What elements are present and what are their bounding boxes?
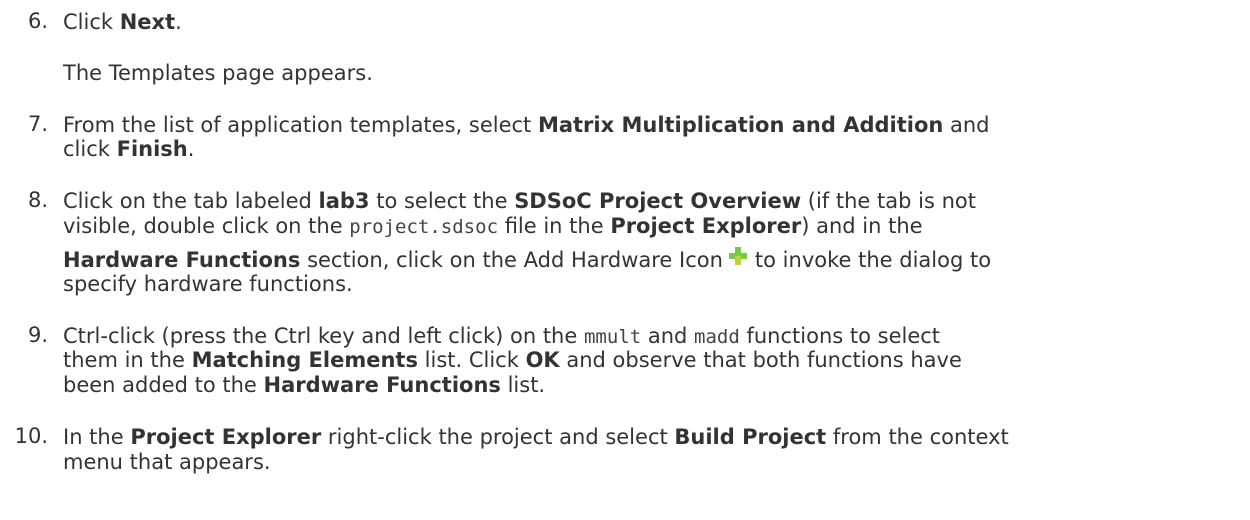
step-note: The Templates page appears. — [63, 61, 373, 85]
step-number: 9. — [27, 323, 48, 347]
ui-term: Matching Elements — [191, 348, 418, 372]
text-run: functions to select — [739, 324, 941, 348]
text-run: been added to the — [63, 373, 264, 397]
step-text-line: been added to the Hardware Functions lis… — [63, 372, 545, 399]
step-text: Click Next. — [63, 9, 1238, 36]
text-run: From the list of application templates, … — [63, 113, 538, 137]
ui-term: OK — [525, 348, 560, 372]
step-number: 10. — [14, 424, 48, 448]
step-number: 7. — [27, 112, 48, 136]
ui-term: Hardware Functions — [263, 373, 501, 397]
step-text-line: them in the Matching Elements list. Clic… — [63, 347, 962, 374]
text-run: click — [63, 137, 117, 161]
ui-term: SDSoC Project Overview — [514, 189, 802, 213]
step-text-line: Hardware Functions section, click on the… — [63, 247, 991, 274]
step-text-line: click Finish. — [63, 136, 194, 163]
ui-term: Build Project — [674, 425, 827, 449]
step-text-line: In the Project Explorer right-click the … — [63, 424, 1009, 451]
text-run: them in the — [63, 348, 192, 372]
ui-term: Finish — [116, 137, 188, 161]
file-name: project.sdsoc — [349, 216, 499, 238]
text-run: visible, double click on the — [63, 214, 350, 238]
ui-term: Next — [119, 10, 176, 34]
ui-term: Project Explorer — [130, 425, 322, 449]
function-name: madd — [694, 326, 740, 348]
text-run: from the context — [826, 425, 1009, 449]
text-run: and — [943, 113, 990, 137]
text-run: section, click on the Add Hardware Icon — [300, 248, 723, 272]
text-run: right-click the project and select — [321, 425, 675, 449]
text-run: Click — [63, 10, 120, 34]
text-run: ) and in the — [801, 214, 923, 238]
ui-term: Project Explorer — [610, 214, 802, 238]
text-run: and observe that both functions have — [559, 348, 962, 372]
step-text-line: visible, double click on the project.sds… — [63, 213, 923, 241]
text-run: to invoke the dialog to — [754, 248, 992, 272]
step-text-line: menu that appears. — [63, 450, 271, 474]
text-run: list. — [500, 373, 546, 397]
ui-term: lab3 — [318, 189, 370, 213]
text-run: Ctrl-click (press the Ctrl key and left … — [63, 324, 584, 348]
text-run: . — [187, 137, 195, 161]
text-run: Click on the tab labeled — [63, 189, 319, 213]
text-run: In the — [63, 425, 131, 449]
step-number: 6. — [27, 9, 48, 33]
function-name: mmult — [583, 326, 642, 348]
text-run: to select the — [369, 189, 515, 213]
step-text-line: specify hardware functions. — [63, 272, 353, 296]
text-run: list. Click — [417, 348, 526, 372]
text-run: and — [641, 324, 695, 348]
text-run: (if the tab is not — [801, 189, 976, 213]
text-run: . — [175, 10, 182, 34]
step-text-line: From the list of application templates, … — [63, 112, 990, 139]
step-text-line: Click on the tab labeled lab3 to select … — [63, 188, 976, 215]
ui-term: Matrix Multiplication and Addition — [537, 113, 944, 137]
add-hardware-icon — [728, 247, 747, 265]
ui-term: Hardware Functions — [63, 248, 301, 272]
step-number: 8. — [27, 188, 48, 212]
text-run: file in the — [498, 214, 611, 238]
